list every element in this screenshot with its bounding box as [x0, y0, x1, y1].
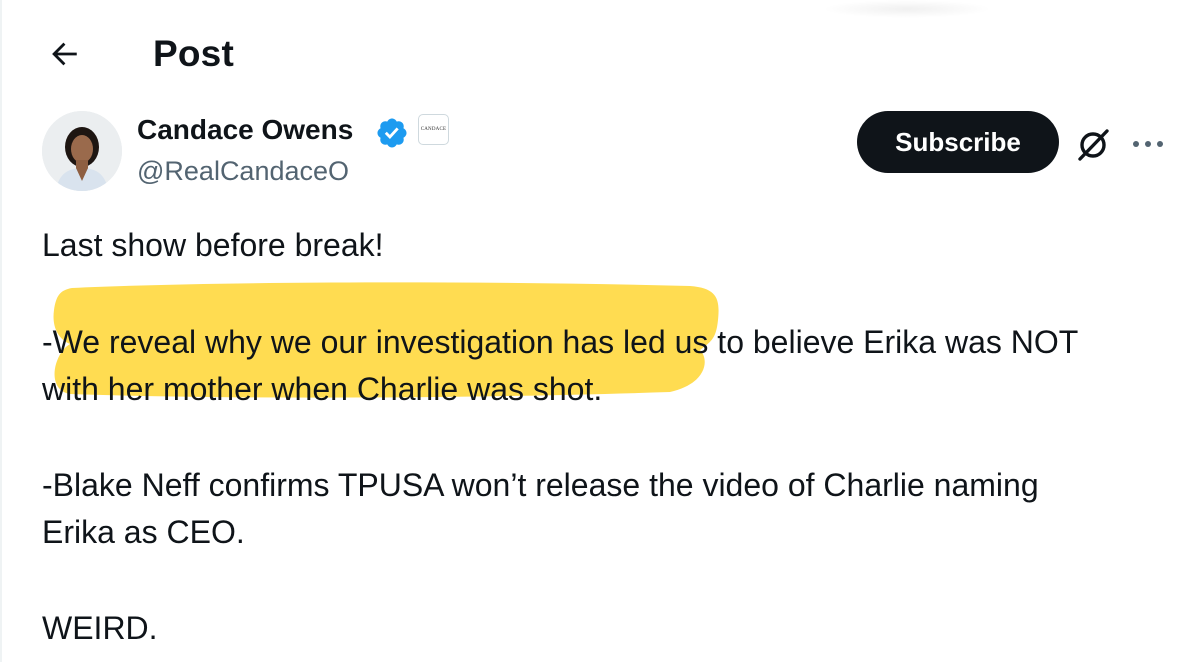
- post-line: -Blake Neff confirms TPUSA won’t release…: [42, 467, 1039, 503]
- verified-badge-icon: [377, 118, 407, 148]
- back-button[interactable]: [40, 30, 88, 78]
- post-line: -We reveal why we our investigation has …: [42, 324, 1079, 360]
- more-horizontal-icon[interactable]: [1128, 126, 1168, 162]
- post-line: Erika as CEO.: [42, 514, 245, 550]
- post-line: with her mother when Charlie was shot.: [42, 371, 603, 407]
- top-shadow: [822, 0, 992, 18]
- post-line: Last show before break!: [42, 227, 384, 263]
- grok-icon[interactable]: [1073, 124, 1113, 164]
- author-name[interactable]: Candace Owens: [137, 112, 353, 148]
- subscribe-button[interactable]: Subscribe: [857, 111, 1059, 173]
- post-line: WEIRD.: [42, 610, 158, 646]
- avatar[interactable]: [42, 111, 122, 191]
- arrow-left-icon: [52, 42, 77, 66]
- affiliate-badge-text: CANDACE: [420, 127, 447, 132]
- author-handle[interactable]: @RealCandaceO: [137, 153, 349, 189]
- avatar-portrait: [42, 111, 122, 191]
- post-detail-view: Post Candace Owens CANDACE @RealCandaceO…: [0, 0, 1200, 662]
- page-title: Post: [153, 33, 234, 74]
- affiliate-badge-icon[interactable]: CANDACE: [418, 114, 449, 145]
